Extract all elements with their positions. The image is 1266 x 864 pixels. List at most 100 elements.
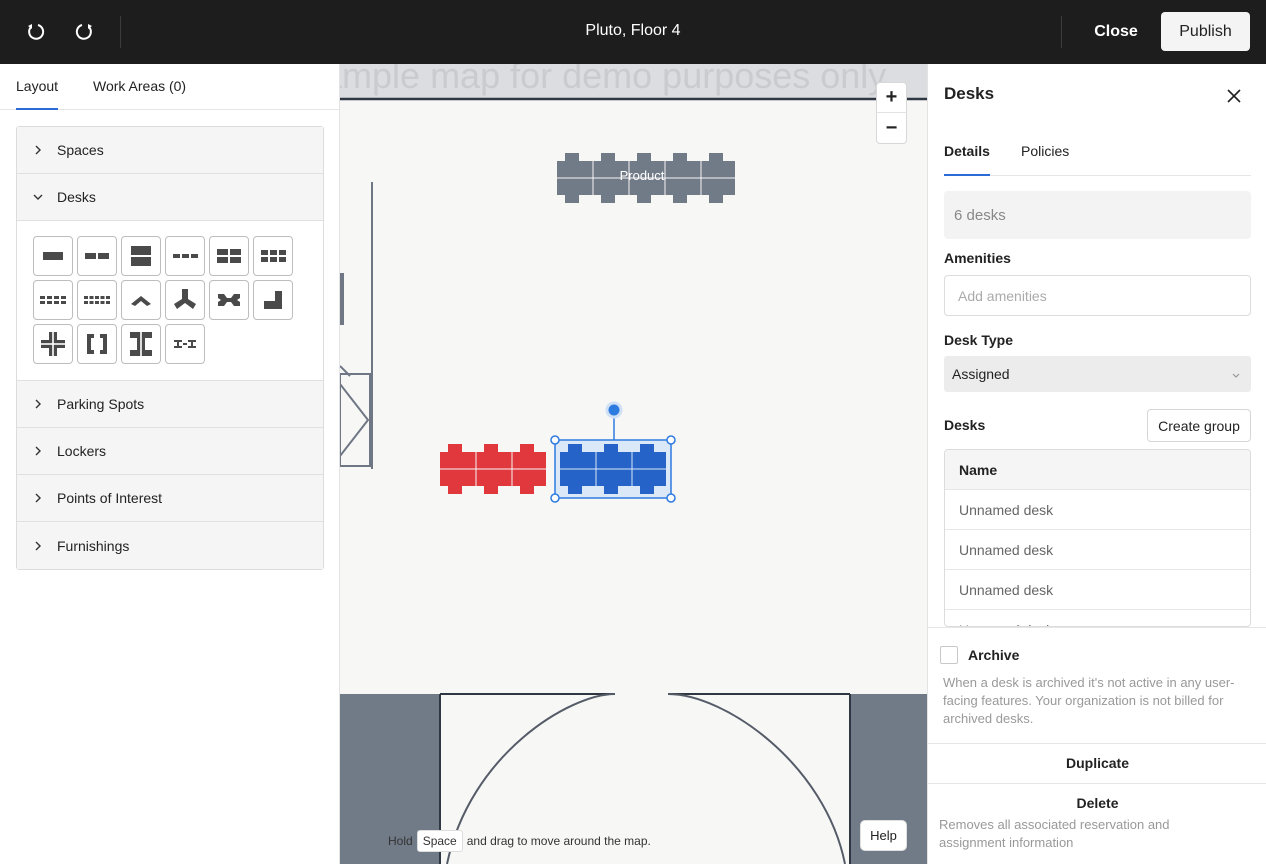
- desk-type-label: Desk Type: [944, 332, 1013, 348]
- floor-map-canvas[interactable]: Sample map for demo purposes only Produc…: [340, 64, 927, 864]
- section-desks[interactable]: Desks: [17, 174, 323, 221]
- chevron-down-icon: [1231, 368, 1241, 384]
- map-watermark: Sample map for demo purposes only: [340, 64, 886, 96]
- desk-cluster-product[interactable]: Product: [557, 153, 735, 203]
- resize-handle[interactable]: [550, 435, 560, 445]
- table-header-name: Name: [945, 450, 1250, 490]
- chevron-right-icon: [33, 446, 47, 456]
- close-icon[interactable]: [1224, 86, 1244, 106]
- section-lockers[interactable]: Lockers: [17, 428, 323, 475]
- redo-icon[interactable]: [68, 16, 100, 48]
- archive-help-text: When a desk is archived it's not active …: [943, 675, 1235, 726]
- bowtie-desk-icon[interactable]: [209, 280, 249, 320]
- resize-handle[interactable]: [666, 493, 676, 503]
- single-desk-icon[interactable]: [33, 236, 73, 276]
- two-desk-row-icon[interactable]: [77, 236, 117, 276]
- resize-handle[interactable]: [666, 435, 676, 445]
- archive-checkbox[interactable]: [940, 646, 958, 664]
- section-furnishings[interactable]: Furnishings: [17, 522, 323, 569]
- publish-button[interactable]: Publish: [1161, 12, 1250, 51]
- chevron-right-icon: [33, 493, 47, 503]
- chevron-right-icon: [33, 399, 47, 409]
- duplicate-button[interactable]: Duplicate: [928, 755, 1266, 771]
- resize-handle[interactable]: [550, 493, 560, 503]
- left-tabs: Layout Work Areas (0): [0, 64, 339, 110]
- section-spaces[interactable]: Spaces: [17, 127, 323, 174]
- desk-template-grid: [17, 221, 323, 381]
- divider: [928, 783, 1266, 784]
- desk-type-value: Assigned: [952, 366, 1010, 382]
- table-row[interactable]: Unnamed desk: [945, 570, 1250, 610]
- archive-label: Archive: [968, 647, 1020, 663]
- chevron-down-icon: [33, 192, 47, 202]
- floor-plan[interactable]: Sample map for demo purposes only Produc…: [340, 64, 927, 864]
- space-key: Space: [416, 830, 463, 852]
- hint-suffix: and drag to move around the map.: [466, 834, 651, 848]
- four-desk-cluster-icon[interactable]: [209, 236, 249, 276]
- desk-details-panel: Desks Details Policies 6 desks Amenities…: [927, 64, 1266, 864]
- delete-button[interactable]: Delete: [928, 795, 1266, 811]
- section-label: Lockers: [57, 443, 107, 459]
- tab-policies[interactable]: Policies: [1021, 143, 1069, 159]
- section-parking-spots[interactable]: Parking Spots: [17, 381, 323, 428]
- tab-details[interactable]: Details: [944, 143, 990, 176]
- section-label: Parking Spots: [57, 396, 145, 412]
- bracket-desk-icon[interactable]: [77, 324, 117, 364]
- stair-block: [340, 373, 371, 467]
- tab-layout[interactable]: Layout: [16, 78, 59, 110]
- close-button[interactable]: Close: [1080, 14, 1152, 50]
- section-label: Desks: [57, 189, 96, 205]
- three-desk-row-icon[interactable]: [165, 236, 205, 276]
- left-panel: Layout Work Areas (0) Spaces Desks Parki…: [0, 64, 340, 864]
- delete-help-text: Removes all associated reservation and a…: [939, 817, 1170, 850]
- six-desk-cluster-icon[interactable]: [253, 236, 293, 276]
- angled-desk-icon[interactable]: [121, 280, 161, 320]
- two-desk-stack-icon[interactable]: [121, 236, 161, 276]
- tab-work-areas[interactable]: Work Areas (0): [93, 78, 186, 94]
- zoom-control: + −: [876, 82, 907, 144]
- chevron-right-icon: [33, 145, 47, 155]
- double-i-desk-icon[interactable]: [165, 324, 205, 364]
- chevron-right-icon: [33, 541, 47, 551]
- section-points-of-interest[interactable]: Points of Interest: [17, 475, 323, 522]
- section-label: Furnishings: [57, 537, 130, 554]
- section-label: Points of Interest: [57, 490, 163, 506]
- table-row[interactable]: Unnamed desk: [945, 610, 1250, 627]
- l-shaped-desk-icon[interactable]: [253, 280, 293, 320]
- ten-desk-cluster-icon[interactable]: [77, 280, 117, 320]
- amenities-label: Amenities: [944, 250, 1011, 266]
- hint-prefix: Hold: [388, 834, 413, 848]
- element-accordion: Spaces Desks Parking Spots Lockers Point…: [16, 126, 324, 570]
- table-row[interactable]: Unnamed desk: [945, 490, 1250, 530]
- archive-option: Archive: [940, 646, 1019, 664]
- zoom-in-button[interactable]: +: [877, 83, 906, 113]
- top-bar: Pluto, Floor 4 Close Publish: [0, 0, 1266, 64]
- table-row[interactable]: Unnamed desk: [945, 530, 1250, 570]
- wall-segment: [340, 274, 344, 324]
- desks-table: Name Unnamed desk Unnamed desk Unnamed d…: [944, 449, 1251, 627]
- desk-type-select[interactable]: Assigned: [944, 356, 1251, 392]
- section-label: Spaces: [57, 142, 104, 158]
- desk-cluster-red[interactable]: [440, 444, 546, 494]
- rotate-handle[interactable]: [605, 401, 623, 419]
- zoom-out-button[interactable]: −: [877, 113, 906, 143]
- eight-desk-cluster-icon[interactable]: [33, 280, 73, 320]
- cross-desk-icon[interactable]: [33, 324, 73, 364]
- toolbar-divider: [120, 16, 121, 48]
- pan-hint: Hold Space and drag to move around the m…: [388, 830, 651, 852]
- amenities-input[interactable]: [944, 275, 1251, 316]
- help-button[interactable]: Help: [860, 820, 907, 851]
- panel-title: Desks: [944, 84, 995, 103]
- desk-cluster-selected[interactable]: [554, 416, 672, 499]
- desk-count-field: 6 desks: [944, 191, 1251, 239]
- curved-wall: [667, 693, 846, 864]
- floor-title: Pluto, Floor 4: [585, 22, 681, 39]
- three-way-desk-icon[interactable]: [165, 280, 205, 320]
- divider: [928, 743, 1266, 744]
- desks-label: Desks: [944, 417, 986, 433]
- i-beam-desk-icon[interactable]: [121, 324, 161, 364]
- undo-icon[interactable]: [20, 16, 52, 48]
- create-group-button[interactable]: Create group: [1147, 409, 1251, 442]
- detail-tabs: Details Policies: [944, 142, 1251, 176]
- divider: [928, 627, 1266, 628]
